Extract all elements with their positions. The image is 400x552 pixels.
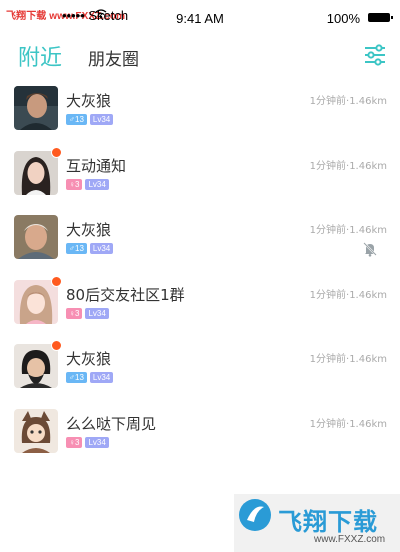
- time-distance: 1分钟前·1.46km: [309, 354, 387, 365]
- battery-percent: 100%: [326, 11, 360, 26]
- avatar[interactable]: [14, 275, 62, 324]
- tab-nearby[interactable]: 附近: [18, 40, 62, 72]
- watermark-url: www.FXXZ.com: [314, 534, 386, 545]
- list-item[interactable]: 80后交友社区1群 ♀3 Lv34 1分钟前·1.46km: [0, 275, 400, 343]
- level-badge: Lv34: [89, 372, 114, 383]
- nearby-list: 大灰狼 ♂13 Lv34 1分钟前·1.46km 互动通知 ♀3 Lv34 1分钟前…: [0, 84, 400, 471]
- gender-age-badge: ♀3: [66, 307, 83, 319]
- logo-icon: [239, 499, 271, 531]
- level-badge: Lv34: [85, 178, 109, 190]
- avatar[interactable]: [14, 215, 58, 259]
- chat-name: 互动通知: [66, 156, 127, 175]
- avatar[interactable]: [14, 340, 62, 388]
- sliders-icon: [365, 44, 385, 66]
- avatar[interactable]: [14, 86, 58, 130]
- level-badge: Lv34: [85, 307, 109, 319]
- filter-button[interactable]: [364, 44, 386, 66]
- chat-name: 80后交友社区1群: [66, 285, 185, 304]
- list-item[interactable]: 大灰狼 ♂13 Lv34 1分钟前·1.46km: [0, 84, 400, 149]
- list-item[interactable]: 大灰狼 ♂13 Lv34 1分钟前·1.46km: [0, 213, 400, 278]
- user-tags: ♂13 Lv34: [66, 114, 116, 126]
- gender-age-badge: ♂13: [66, 114, 87, 125]
- watermark-brand: 飞翔下载: [278, 508, 378, 536]
- gender-age-badge: ♀3: [66, 436, 83, 448]
- user-tags: ♂13 Lv34: [66, 372, 116, 384]
- chat-name: 么么哒下周见: [66, 414, 157, 433]
- watermark-bottom: 飞翔下载 www.FXXZ.com: [234, 494, 400, 552]
- time-distance: 1分钟前·1.46km: [309, 160, 387, 172]
- list-item[interactable]: 互动通知 ♀3 Lv34 1分钟前·1.46km: [0, 146, 400, 214]
- level-badge: Lv34: [89, 243, 114, 254]
- gender-age-badge: ♂13: [66, 372, 87, 383]
- level-badge: Lv34: [85, 436, 109, 448]
- user-tags: ♀3 Lv34: [66, 436, 112, 449]
- unread-dot: [51, 275, 62, 287]
- battery-icon: [368, 13, 393, 22]
- status-bar: 飞翔下载 www.FXXZ.com ••••• Sketch 9:41 AM 1…: [0, 0, 400, 36]
- user-tags: ♀3 Lv34: [66, 307, 112, 320]
- avatar[interactable]: [14, 146, 62, 195]
- time-distance: 1分钟前·1.46km: [309, 225, 387, 236]
- chat-name: 大灰狼: [66, 221, 112, 239]
- gender-age-badge: ♀3: [66, 178, 83, 190]
- chat-name: 大灰狼: [66, 92, 112, 110]
- time-distance: 1分钟前·1.46km: [309, 289, 387, 301]
- time-distance: 1分钟前·1.46km: [309, 418, 387, 430]
- unread-dot: [51, 146, 62, 158]
- top-navigation: 附近 朋友圈: [0, 36, 400, 76]
- user-tags: ♀3 Lv34: [66, 178, 112, 191]
- list-item[interactable]: 么么哒下周见 ♀3 Lv34 1分钟前·1.46km: [0, 407, 400, 472]
- unread-dot: [51, 340, 62, 351]
- mute-bell-icon: [362, 241, 378, 257]
- avatar[interactable]: [14, 408, 58, 453]
- list-item[interactable]: 大灰狼 ♂13 Lv34 1分钟前·1.46km: [0, 340, 400, 407]
- tab-moments[interactable]: 朋友圈: [88, 45, 139, 70]
- time-distance: 1分钟前·1.46km: [309, 96, 387, 107]
- gender-age-badge: ♂13: [66, 243, 87, 254]
- chat-name: 大灰狼: [66, 350, 112, 368]
- user-tags: ♂13 Lv34: [66, 243, 116, 255]
- level-badge: Lv34: [89, 114, 114, 125]
